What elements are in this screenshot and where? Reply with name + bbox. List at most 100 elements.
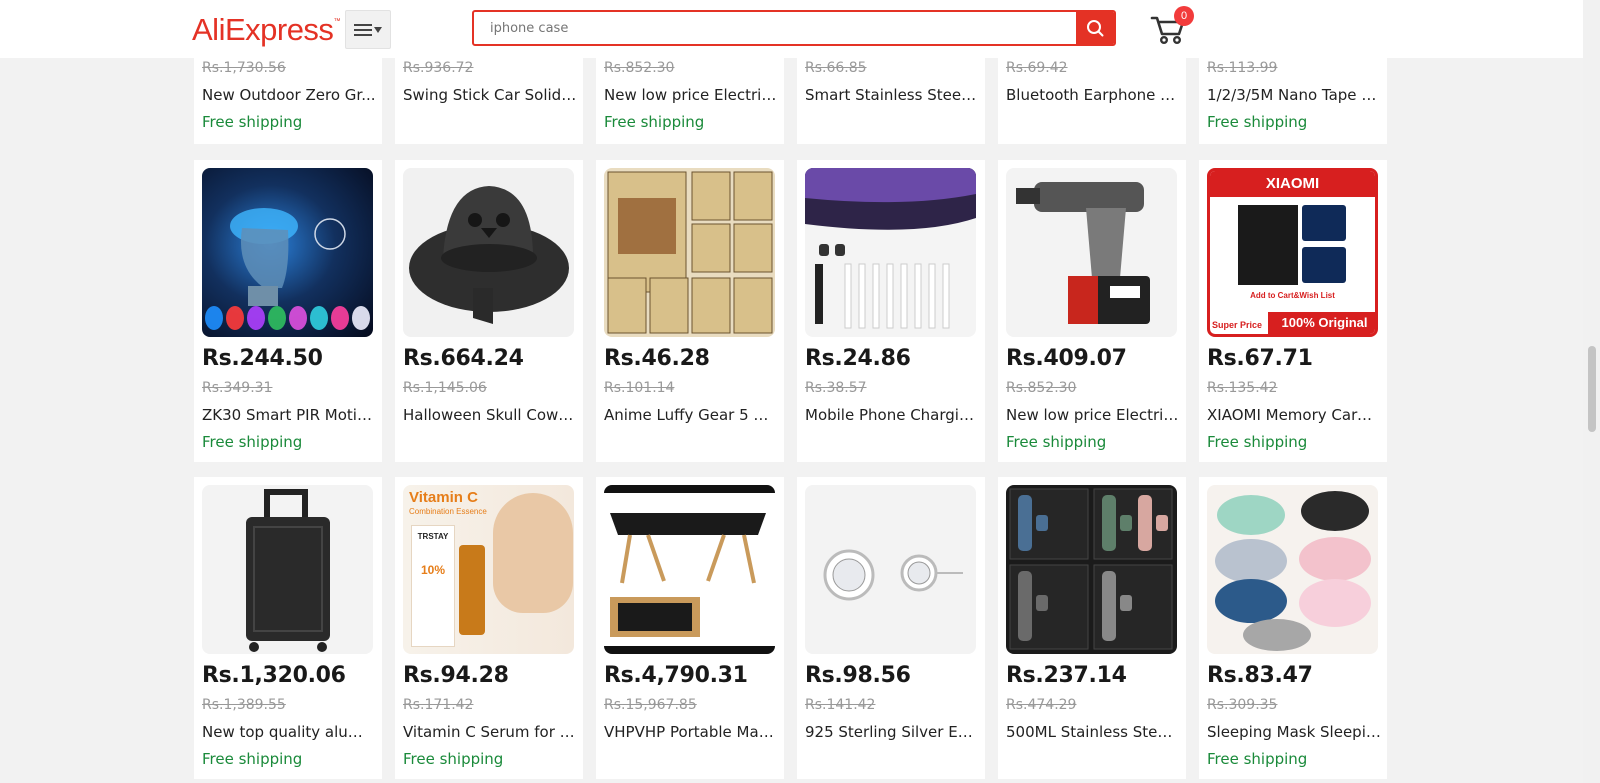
original-price: Rs.113.99 [1207,60,1278,76]
image-sub-text: Combination Essence [409,507,487,516]
product-image[interactable] [202,168,373,337]
original-price: Rs.1,730.56 [202,60,286,76]
caret-down-icon [374,26,382,33]
product-image[interactable] [805,485,976,654]
product-price: Rs.83.47 [1207,663,1313,688]
image-brand-text: XIAOMI [1210,171,1375,197]
product-title[interactable]: 1/2/3/5M Nano Tape D... [1207,86,1381,104]
image-brand-text: TRSTAY [417,532,449,541]
original-price: Rs.171.42 [403,697,474,713]
product-title[interactable]: New low price Electric ... [1006,406,1180,424]
product-price: Rs.98.56 [805,663,911,688]
product-image[interactable]: XIAOMI Add to Cart&Wish List 100% Origin… [1207,168,1378,337]
original-price: Rs.38.57 [805,380,867,396]
product-title[interactable]: New top quality alumi... [202,723,376,741]
original-price: Rs.309.35 [1207,697,1278,713]
product-price: Rs.1,320.06 [202,663,346,688]
product-card[interactable]: Vitamin C Combination Essence TRSTAY 10%… [395,477,583,779]
product-price: Rs.46.28 [604,346,710,371]
product-title[interactable]: Sleeping Mask Sleepin... [1207,723,1381,741]
product-price: Rs.244.50 [202,346,323,371]
product-image[interactable] [604,485,775,654]
product-title[interactable]: 925 Sterling Silver Earr... [805,723,979,741]
product-price: Rs.24.86 [805,346,911,371]
product-price: Rs.664.24 [403,346,524,371]
free-shipping-label: Free shipping [202,113,303,131]
free-shipping-label: Free shipping [1207,433,1308,451]
product-card[interactable]: Rs.83.47 Rs.309.35 Sleeping Mask Sleepin… [1199,477,1387,779]
product-image[interactable] [1006,168,1177,337]
free-shipping-label: Free shipping [604,113,705,131]
product-title[interactable]: 500ML Stainless Steel ... [1006,723,1180,741]
original-price: Rs.15,967.85 [604,697,697,713]
product-price: Rs.237.14 [1006,663,1127,688]
product-title[interactable]: Smart Stainless Steel ... [805,86,979,104]
product-card[interactable]: Rs.46.28 Rs.101.14 Anime Luffy Gear 5 On… [596,160,784,462]
free-shipping-label: Free shipping [202,433,303,451]
product-title[interactable]: ZK30 Smart PIR Motio... [202,406,376,424]
product-card[interactable]: Rs.1,320.06 Rs.1,389.55 New top quality … [194,477,382,779]
top-header: AliExpress™ 0 [0,0,1583,58]
original-price: Rs.936.72 [403,60,474,76]
free-shipping-label: Free shipping [1207,113,1308,131]
product-card[interactable]: Rs.98.56 Rs.141.42 925 Sterling Silver E… [797,477,985,779]
product-card[interactable]: Rs.237.14 Rs.474.29 500ML Stainless Stee… [998,477,1186,779]
search-icon [1087,20,1104,37]
product-price: Rs.94.28 [403,663,509,688]
original-price: Rs.1,145.06 [403,380,487,396]
product-card[interactable]: Rs.664.24 Rs.1,145.06 Halloween Skull Co… [395,160,583,462]
page-scrollbar[interactable] [1583,0,1600,783]
aliexpress-logo[interactable]: AliExpress™ [192,12,340,48]
product-card[interactable]: Rs.24.86 Rs.38.57 Mobile Phone Chargin..… [797,160,985,462]
product-card[interactable]: XIAOMI Add to Cart&Wish List 100% Origin… [1199,160,1387,462]
product-price: Rs.67.71 [1207,346,1313,371]
product-price: Rs.409.07 [1006,346,1127,371]
product-price: Rs.4,790.31 [604,663,748,688]
category-menu-button[interactable] [345,10,391,49]
product-image[interactable] [202,485,373,654]
image-ribbon-text: 100% Original [1268,312,1375,334]
product-title[interactable]: VHPVHP Portable Mas... [604,723,778,741]
product-title[interactable]: Vitamin C Serum for F... [403,723,577,741]
product-image[interactable] [805,168,976,337]
free-shipping-label: Free shipping [1006,433,1107,451]
product-image[interactable] [1207,485,1378,654]
original-price: Rs.474.29 [1006,697,1077,713]
original-price: Rs.349.31 [202,380,273,396]
original-price: Rs.141.42 [805,697,876,713]
logo-text: AliExpress [192,12,334,47]
original-price: Rs.1,389.55 [202,697,286,713]
search-button[interactable] [1076,12,1114,44]
product-title[interactable]: New Outdoor Zero Gr... [202,86,376,104]
product-title[interactable]: New low price Electric ... [604,86,778,104]
product-title[interactable]: Bluetooth Earphone Cl... [1006,86,1180,104]
original-price: Rs.101.14 [604,380,675,396]
free-shipping-label: Free shipping [1207,750,1308,768]
product-card[interactable]: Rs.244.50 Rs.349.31 ZK30 Smart PIR Motio… [194,160,382,462]
original-price: Rs.66.85 [805,60,867,76]
product-image[interactable] [604,168,775,337]
product-title[interactable]: Mobile Phone Chargin... [805,406,979,424]
image-badge-text: Super Price [1212,320,1263,330]
cart-button[interactable]: 0 [1149,6,1199,48]
product-image[interactable] [403,168,574,337]
product-card[interactable]: Rs.409.07 Rs.852.30 New low price Electr… [998,160,1186,462]
image-tagline: Add to Cart&Wish List [1250,291,1335,300]
scrollbar-thumb[interactable] [1588,346,1596,432]
image-percent-text: 10% [420,563,446,577]
original-price: Rs.852.30 [1006,380,1077,396]
search-input[interactable] [474,12,1076,44]
original-price: Rs.852.30 [604,60,675,76]
original-price: Rs.135.42 [1207,380,1278,396]
product-title[interactable]: Halloween Skull Cowb... [403,406,577,424]
product-title[interactable]: Swing Stick Car Solid ... [403,86,577,104]
product-image[interactable]: Vitamin C Combination Essence TRSTAY 10% [403,485,574,654]
free-shipping-label: Free shipping [202,750,303,768]
product-title[interactable]: XIAOMI Memory Card ... [1207,406,1381,424]
cart-count-badge: 0 [1174,6,1194,26]
free-shipping-label: Free shipping [403,750,504,768]
search-bar [472,10,1116,46]
product-image[interactable] [1006,485,1177,654]
product-card[interactable]: Rs.4,790.31 Rs.15,967.85 VHPVHP Portable… [596,477,784,779]
product-title[interactable]: Anime Luffy Gear 5 On... [604,406,778,424]
